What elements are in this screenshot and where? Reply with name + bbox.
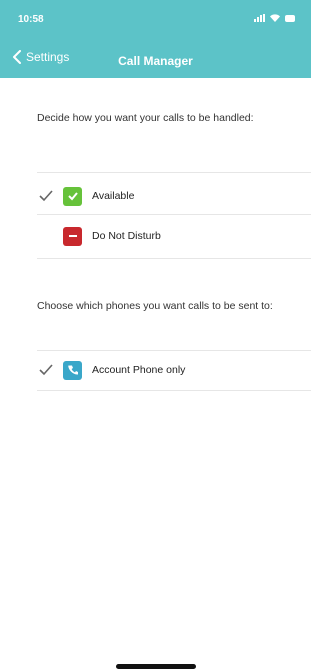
home-indicator[interactable] — [116, 664, 196, 669]
battery-icon — [285, 14, 295, 22]
phone-icon — [63, 360, 82, 380]
option-account-phone[interactable]: Account Phone only — [37, 352, 311, 388]
phones-prompt: Choose which phones you want calls to be… — [37, 300, 273, 312]
divider — [37, 350, 311, 351]
option-do-not-disturb[interactable]: Do Not Disturb — [37, 218, 311, 254]
selected-check-icon — [37, 187, 55, 205]
status-icons — [254, 14, 295, 22]
divider — [37, 258, 311, 259]
divider — [37, 172, 311, 173]
page-title: Call Manager — [118, 54, 193, 68]
minus-icon — [63, 226, 82, 246]
option-available[interactable]: Available — [37, 178, 311, 214]
divider — [37, 214, 311, 215]
option-label: Available — [92, 190, 135, 202]
nav-bar: Settings Call Manager — [0, 48, 311, 74]
app-header: 10:58 Settings Call Manager — [0, 0, 311, 78]
status-bar: 10:58 — [0, 0, 311, 40]
selected-check-icon — [37, 361, 55, 379]
divider — [37, 390, 311, 391]
status-time: 10:58 — [18, 14, 44, 25]
signal-icon — [254, 14, 265, 22]
check-placeholder — [37, 227, 55, 245]
option-label: Do Not Disturb — [92, 230, 161, 242]
option-label: Account Phone only — [92, 364, 186, 376]
check-icon — [63, 186, 82, 206]
handling-prompt: Decide how you want your calls to be han… — [37, 112, 254, 124]
wifi-icon — [270, 14, 280, 22]
